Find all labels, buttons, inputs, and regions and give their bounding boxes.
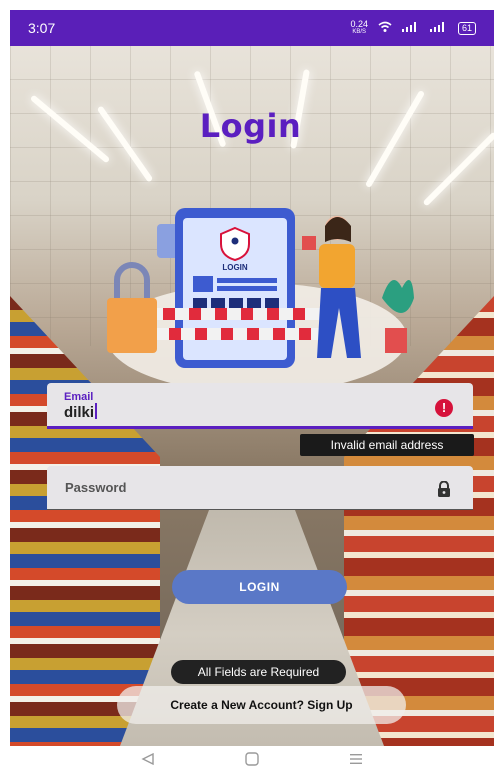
back-icon[interactable] bbox=[141, 752, 155, 770]
password-placeholder: Password bbox=[65, 480, 127, 495]
status-bar: 3:07 0.24 KB/S 61 bbox=[10, 10, 494, 46]
status-time: 3:07 bbox=[28, 20, 56, 36]
navigation-bar bbox=[10, 746, 494, 776]
signup-link[interactable]: Create a New Account? Sign Up bbox=[117, 686, 406, 724]
security-illustration: LOGIN bbox=[107, 208, 414, 388]
login-button[interactable]: LOGIN bbox=[172, 570, 347, 604]
signal-icon-2 bbox=[429, 21, 448, 35]
password-input[interactable]: Password bbox=[47, 466, 473, 510]
toast-message: All Fields are Required bbox=[171, 660, 346, 684]
email-label: Email bbox=[64, 391, 94, 403]
page-title: Login bbox=[199, 107, 302, 145]
error-icon[interactable]: ! bbox=[435, 399, 453, 417]
status-icons: 0.24 KB/S 61 bbox=[350, 20, 476, 36]
text-cursor bbox=[95, 403, 98, 419]
app-screen: 3:07 0.24 KB/S 61 Login LOGIN Email dilk… bbox=[0, 0, 501, 776]
data-speed-indicator: 0.24 KB/S bbox=[350, 19, 368, 36]
menu-icon[interactable] bbox=[349, 752, 363, 770]
lock-icon[interactable] bbox=[435, 481, 453, 497]
email-value: dilki bbox=[64, 403, 98, 421]
email-input[interactable]: Email dilki ! bbox=[47, 383, 473, 429]
home-icon[interactable] bbox=[245, 751, 259, 771]
signal-icon bbox=[401, 21, 420, 35]
battery-icon: 61 bbox=[457, 21, 476, 35]
wifi-icon bbox=[378, 21, 392, 36]
illustration-login-text: LOGIN bbox=[222, 263, 248, 272]
error-tooltip: Invalid email address bbox=[300, 434, 474, 456]
